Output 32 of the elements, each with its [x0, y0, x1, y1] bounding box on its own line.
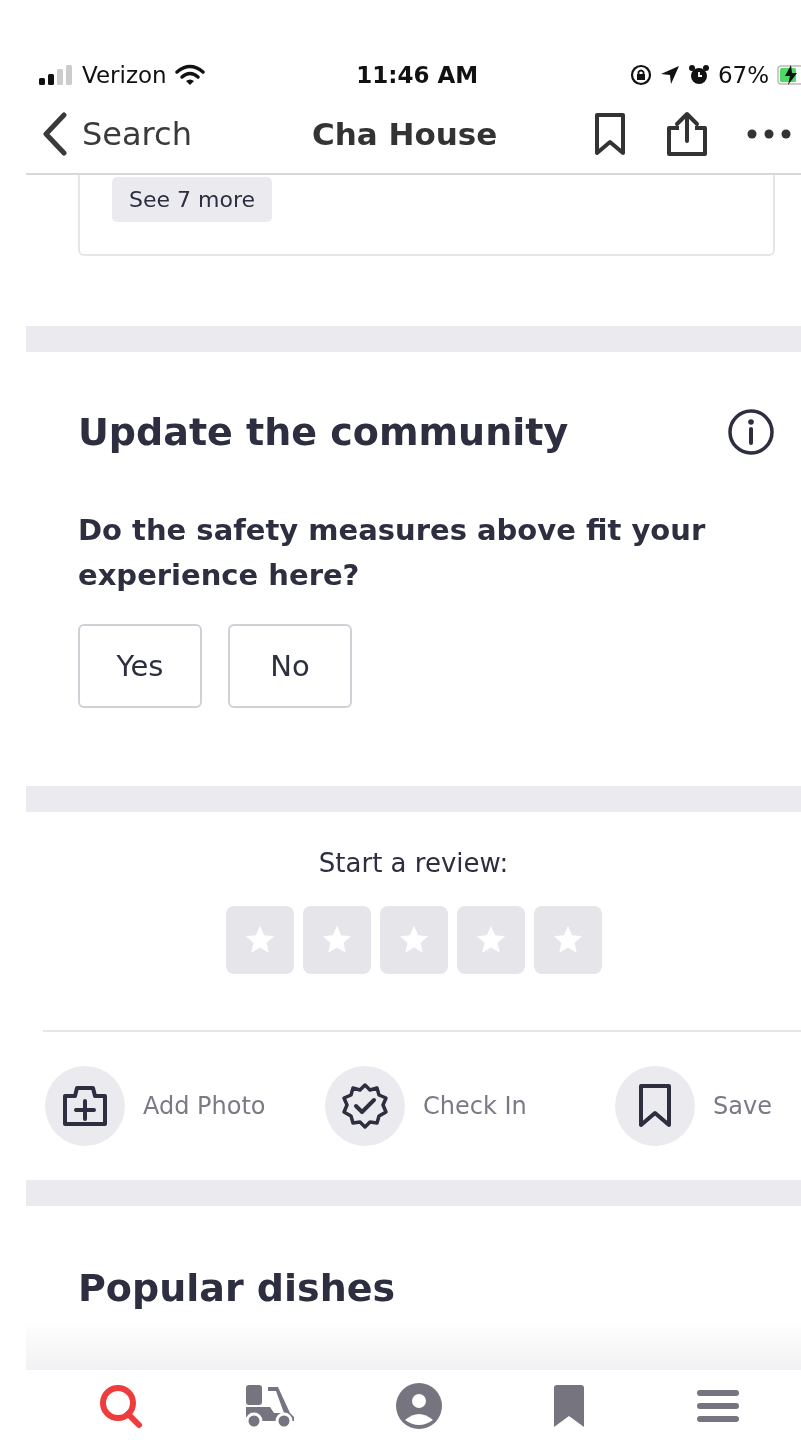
question-text: Do the safety measures above fit your experience here? [78, 512, 707, 594]
see-more-button[interactable]: See 7 more [112, 177, 272, 222]
bookmark-icon [637, 1083, 673, 1129]
camera-plus-icon [61, 1084, 109, 1128]
badge-check-icon [341, 1082, 389, 1130]
action-button[interactable]: Add Photo [45, 1066, 325, 1146]
carrier-name: Verizon [82, 62, 167, 88]
menu-icon [696, 1388, 741, 1424]
wifi-icon [174, 64, 205, 86]
back-button[interactable]: Search [42, 112, 312, 156]
scooter-icon [244, 1383, 297, 1429]
clock-time: 11:46 AM [355, 62, 480, 88]
rotation-lock-icon [629, 64, 652, 86]
section-title: Update the community [78, 410, 569, 454]
alarm-icon [687, 64, 710, 86]
star-rating[interactable] [225, 906, 602, 974]
more-icon[interactable] [747, 129, 791, 139]
action-button[interactable]: Check In [325, 1066, 615, 1146]
page-title: Cha House [312, 116, 499, 152]
signal-icon [38, 64, 74, 86]
profile-icon [395, 1382, 444, 1430]
battery-icon [777, 63, 801, 87]
review-prompt: Start a review: [318, 848, 509, 878]
location-icon [659, 65, 680, 85]
share-icon[interactable] [665, 111, 709, 157]
answer-button[interactable]: No [228, 624, 352, 708]
bookmark-icon[interactable] [593, 112, 627, 156]
back-icon[interactable] [42, 112, 68, 156]
battery-percent: 67% [717, 62, 769, 88]
info-icon[interactable] [727, 408, 775, 456]
section-title: Popular dishes [78, 1266, 397, 1310]
answer-button[interactable]: Yes [78, 624, 202, 708]
